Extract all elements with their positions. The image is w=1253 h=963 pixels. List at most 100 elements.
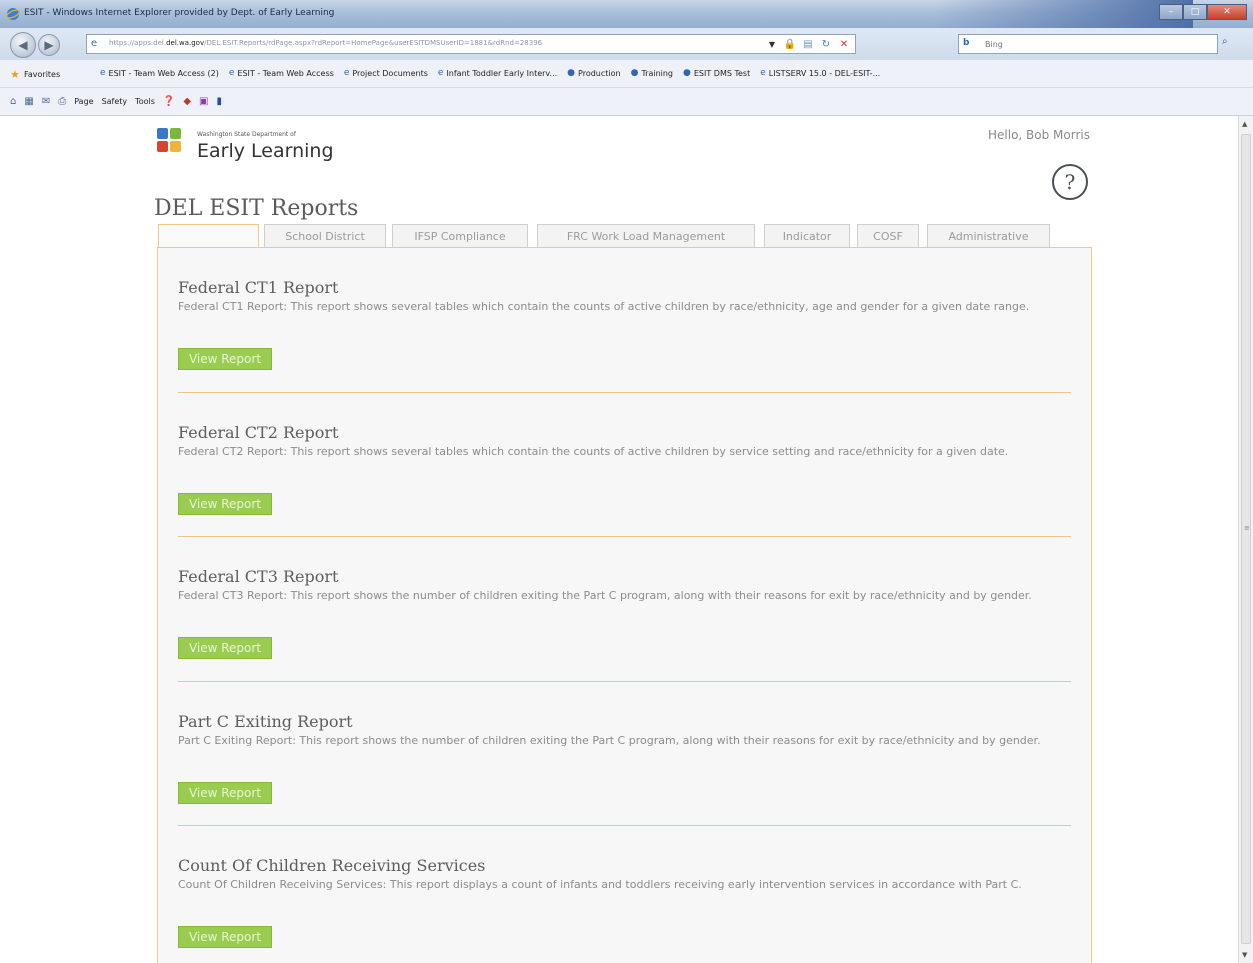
department-label: Washington State Department of: [197, 131, 296, 138]
divider: [178, 392, 1071, 393]
favorite-link[interactable]: e ESIT - Team Web Access: [229, 68, 334, 78]
address-toolbar: ◀ ▶ e https://apps.del.del.wa.gov/DEL.ES…: [0, 28, 1253, 60]
report-item: Federal CT1 Report Federal CT1 Report: T…: [178, 278, 1073, 393]
back-button[interactable]: ◀: [10, 32, 36, 58]
favorite-link[interactable]: ● Production: [567, 68, 620, 78]
page-icon: e: [343, 68, 350, 78]
window-title: ESIT - Windows Internet Explorer provide…: [24, 8, 335, 18]
mail-icon[interactable]: ✉: [42, 96, 50, 107]
view-report-button[interactable]: View Report: [178, 637, 272, 659]
view-report-button[interactable]: View Report: [178, 493, 272, 515]
reports-panel: Federal CT1 Report Federal CT1 Report: T…: [157, 247, 1092, 963]
print-icon[interactable]: ⎙: [58, 96, 66, 107]
feeds-icon[interactable]: ▦: [24, 96, 33, 107]
page-title: DEL ESIT Reports: [154, 196, 359, 221]
tools-menu[interactable]: Tools: [135, 97, 155, 106]
lock-icon[interactable]: 🔒: [783, 37, 797, 51]
del-logo: Washington State Department of Early Lea…: [157, 128, 357, 162]
globe-icon: ●: [630, 68, 639, 78]
browser-window: ESIT - Windows Internet Explorer provide…: [0, 0, 1253, 963]
report-item: Part C Exiting Report Part C Exiting Rep…: [178, 712, 1073, 826]
report-title: Part C Exiting Report: [178, 712, 353, 731]
scroll-down-icon[interactable]: ▼: [1242, 951, 1247, 959]
page-viewport: Washington State Department of Early Lea…: [0, 116, 1238, 963]
help-icon[interactable]: ?: [1052, 164, 1088, 200]
page-icon: e: [228, 68, 235, 78]
tab-administrative[interactable]: Administrative: [927, 224, 1050, 248]
report-description: Federal CT1 Report: This report shows se…: [178, 300, 1030, 313]
report-description: Count Of Children Receiving Services: Th…: [178, 878, 1022, 891]
page-icon: e: [91, 38, 98, 49]
stop-icon[interactable]: ✕: [837, 37, 851, 51]
page-icon: e: [437, 68, 444, 78]
favorites-star-icon[interactable]: ★: [10, 68, 20, 81]
view-report-button[interactable]: View Report: [178, 782, 272, 804]
report-description: Federal CT3 Report: This report shows th…: [178, 589, 1032, 602]
compatibility-view-icon[interactable]: ▤: [801, 37, 815, 51]
bing-icon: b: [963, 38, 970, 48]
address-bar[interactable]: e https://apps.del.del.wa.gov/DEL.ESIT.R…: [86, 34, 856, 54]
favorite-link[interactable]: e Project Documents: [344, 68, 428, 78]
user-greeting: Hello, Bob Morris: [988, 128, 1090, 142]
tab-federal[interactable]: [158, 224, 259, 249]
favorite-link[interactable]: e LISTSERV 15.0 - DEL-ESIT-...: [760, 68, 880, 78]
search-input[interactable]: [985, 37, 1185, 51]
divider: [178, 536, 1071, 537]
window-controls: – □ ✕: [1159, 4, 1247, 20]
divider: [178, 681, 1071, 682]
scroll-grip-icon: ≡: [1244, 524, 1250, 532]
url-text: https://apps.del.del.wa.gov/DEL.ESIT.Rep…: [109, 39, 543, 47]
addon-icon[interactable]: ◆: [183, 96, 191, 107]
brand-name: Early Learning: [197, 140, 334, 162]
addon-icon[interactable]: ▮: [217, 96, 223, 107]
report-title: Count Of Children Receiving Services: [178, 856, 486, 875]
search-icon[interactable]: ⌕: [1222, 36, 1228, 47]
scroll-up-icon[interactable]: ▲: [1242, 120, 1247, 128]
safety-menu[interactable]: Safety: [102, 97, 128, 106]
maximize-button[interactable]: □: [1183, 4, 1207, 20]
tab-school-district[interactable]: School District: [264, 224, 386, 248]
scrollbar-thumb[interactable]: [1241, 134, 1251, 944]
report-item: Federal CT3 Report Federal CT3 Report: T…: [178, 567, 1073, 682]
title-bar: ESIT - Windows Internet Explorer provide…: [0, 0, 1253, 28]
page-icon: e: [760, 68, 766, 78]
globe-icon: ●: [683, 68, 691, 78]
page-icon: e: [100, 68, 106, 78]
onenote-icon[interactable]: ▣: [199, 96, 208, 107]
favorites-links: e ESIT - Team Web Access (2) e ESIT - Team…: [100, 68, 880, 78]
tab-indicator[interactable]: Indicator: [764, 224, 850, 248]
minimize-button[interactable]: –: [1159, 4, 1183, 20]
close-window-button[interactable]: ✕: [1207, 4, 1247, 20]
page-menu[interactable]: Page: [74, 97, 93, 106]
favorite-link[interactable]: e Infant Toddler Early Interv...: [438, 68, 557, 78]
view-report-button[interactable]: View Report: [178, 348, 272, 370]
logo-tiles-icon: [157, 128, 187, 158]
tab-cosf[interactable]: COSF: [857, 224, 919, 248]
forward-button[interactable]: ▶: [38, 34, 60, 56]
report-title: Federal CT1 Report: [178, 278, 339, 297]
report-description: Federal CT2 Report: This report shows se…: [178, 445, 1009, 458]
report-item: Count Of Children Receiving Services Cou…: [178, 856, 1073, 948]
vertical-scrollbar[interactable]: ▲ ≡ ▼: [1238, 116, 1253, 963]
favorites-bar: ★ Favorites e ESIT - Team Web Access (2) …: [0, 60, 1253, 88]
favorite-link[interactable]: ● Training: [631, 68, 673, 78]
command-bar: ⌂ ▦ ✉ ⎙ Page Safety Tools ❓ ◆ ▣ ▮: [0, 88, 1253, 116]
report-description: Part C Exiting Report: This report shows…: [178, 734, 1041, 747]
dropdown-icon[interactable]: ▼: [765, 37, 779, 51]
divider: [178, 825, 1071, 826]
tab-frc-work-load-management[interactable]: FRC Work Load Management: [537, 224, 755, 248]
tab-ifsp-compliance[interactable]: IFSP Compliance: [392, 224, 528, 248]
report-title: Federal CT3 Report: [178, 567, 339, 586]
refresh-icon[interactable]: ↻: [819, 37, 833, 51]
favorite-link[interactable]: ● ESIT DMS Test: [683, 68, 750, 78]
help-menu-icon[interactable]: ❓: [163, 96, 175, 107]
search-box[interactable]: b: [958, 34, 1218, 54]
report-title: Federal CT2 Report: [178, 423, 339, 442]
home-icon[interactable]: ⌂: [10, 96, 16, 107]
favorites-button[interactable]: Favorites: [24, 70, 60, 79]
view-report-button[interactable]: View Report: [178, 926, 272, 948]
report-item: Federal CT2 Report Federal CT2 Report: T…: [178, 423, 1073, 537]
internet-explorer-icon: [6, 8, 20, 20]
globe-icon: ●: [567, 68, 576, 78]
favorite-link[interactable]: e ESIT - Team Web Access (2): [100, 68, 219, 78]
